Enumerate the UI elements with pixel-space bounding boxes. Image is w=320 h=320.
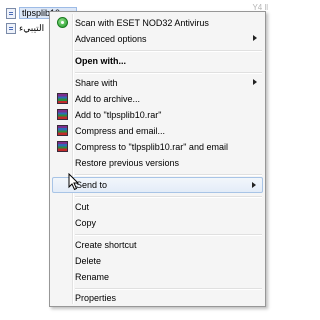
file-icon — [6, 22, 16, 34]
menu-item-compress-to-rar-email[interactable]: Compress to "tlpsplib10.rar" and email — [52, 139, 263, 154]
menu-item-label: Scan with ESET NOD32 Antivirus — [75, 17, 209, 28]
menu-item-share-with[interactable]: Share with — [52, 75, 263, 90]
menu-separator — [75, 234, 262, 236]
menu-item-label: Add to archive... — [75, 93, 141, 104]
context-menu: Scan with ESET NOD32 Antivirus Advanced … — [49, 11, 266, 307]
menu-item-add-to-rar[interactable]: Add to "tlpsplib10.rar" — [52, 107, 263, 122]
winrar-icon — [57, 93, 68, 104]
menu-item-restore-previous[interactable]: Restore previous versions — [52, 155, 263, 170]
eset-icon — [57, 17, 68, 28]
menu-separator — [75, 72, 262, 74]
submenu-arrow-icon — [252, 182, 256, 188]
menu-item-properties[interactable]: Properties — [52, 290, 263, 305]
menu-item-label: Share with — [75, 77, 118, 88]
menu-item-label: Add to "tlpsplib10.rar" — [75, 109, 162, 120]
file-row-arabic[interactable]: التيبيء — [6, 21, 44, 35]
submenu-arrow-icon — [253, 79, 257, 85]
file-name: التيبيء — [19, 22, 45, 33]
menu-separator — [75, 174, 262, 176]
menu-item-label: Rename — [75, 271, 110, 282]
menu-item-open-with[interactable]: Open with... — [52, 53, 263, 68]
file-icon — [6, 7, 16, 19]
menu-item-label: Restore previous versions — [75, 157, 180, 168]
menu-item-label: Send to — [76, 180, 108, 190]
menu-item-label: Properties — [75, 292, 117, 303]
menu-item-create-shortcut[interactable]: Create shortcut — [52, 237, 263, 252]
menu-item-label: Compress to "tlpsplib10.rar" and email — [75, 141, 228, 152]
submenu-arrow-icon — [253, 35, 257, 41]
menu-item-label: Open with... — [75, 55, 126, 66]
winrar-icon — [57, 141, 68, 152]
menu-item-add-to-archive[interactable]: Add to archive... — [52, 91, 263, 106]
menu-item-copy[interactable]: Copy — [52, 215, 263, 230]
menu-item-compress-email[interactable]: Compress and email... — [52, 123, 263, 138]
menu-item-label: Delete — [75, 255, 102, 266]
menu-item-scan-eset[interactable]: Scan with ESET NOD32 Antivirus — [52, 15, 263, 30]
menu-item-label: Compress and email... — [75, 125, 166, 136]
menu-item-label: Cut — [75, 201, 90, 212]
menu-item-cut[interactable]: Cut — [52, 199, 263, 214]
mouse-cursor-icon — [68, 173, 80, 191]
winrar-icon — [57, 125, 68, 136]
menu-item-label: Advanced options — [75, 33, 147, 44]
menu-item-label: Create shortcut — [75, 239, 137, 250]
menu-item-rename[interactable]: Rename — [52, 269, 263, 284]
menu-item-advanced-options[interactable]: Advanced options — [52, 31, 263, 46]
winrar-icon — [57, 109, 68, 120]
menu-item-delete[interactable]: Delete — [52, 253, 263, 268]
menu-item-send-to[interactable]: Send to — [52, 177, 263, 193]
menu-separator — [75, 196, 262, 198]
menu-item-label: Copy — [75, 217, 97, 228]
menu-separator — [75, 50, 262, 52]
